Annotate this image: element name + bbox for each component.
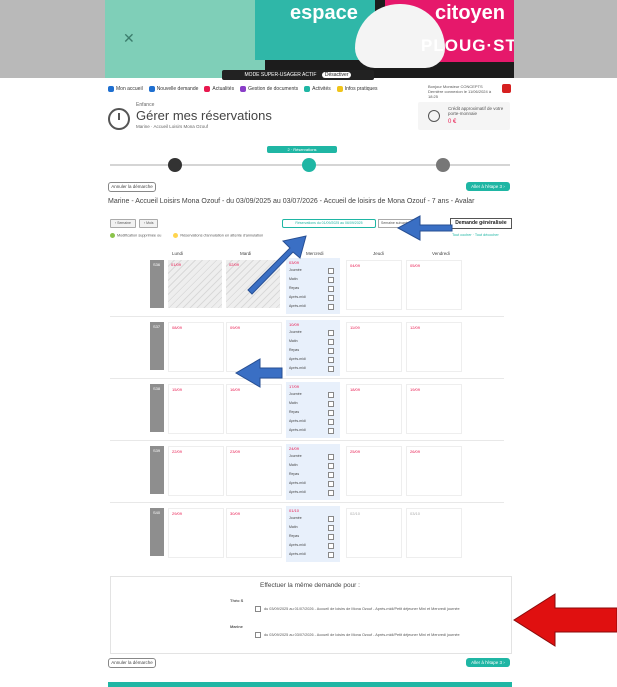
blue-arrow-left-top bbox=[396, 215, 453, 241]
red-arrow-left bbox=[513, 593, 617, 647]
blue-arrow-left-middle bbox=[235, 358, 283, 388]
blue-arrow-up-right bbox=[247, 235, 307, 295]
annotation-arrows bbox=[235, 215, 617, 647]
